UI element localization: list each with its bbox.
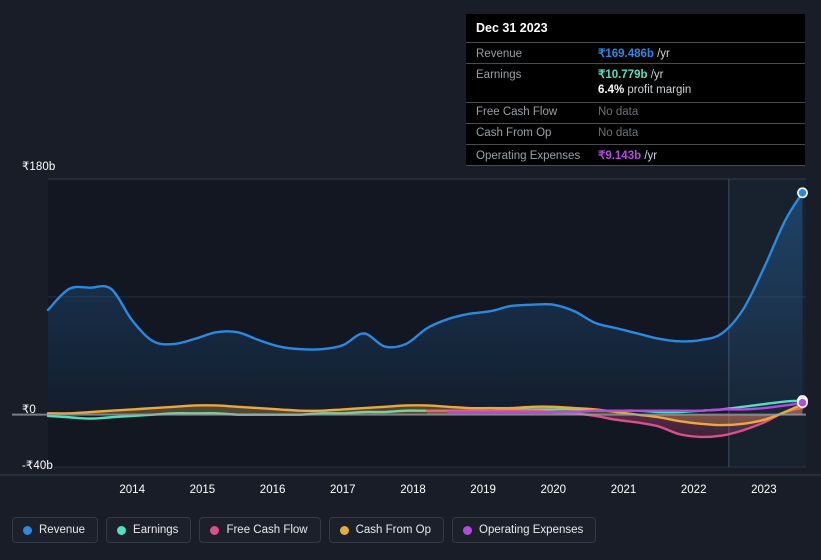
tooltip-row-label: Operating Expenses	[476, 150, 581, 162]
tooltip-row-earnings: Earnings ₹10.779b /yr	[466, 63, 805, 84]
legend-color-dot-icon	[210, 525, 220, 535]
x-axis-label-2016: 2016	[259, 484, 286, 496]
tooltip-row-label: Free Cash Flow	[476, 106, 558, 118]
tooltip-profit-margin-value: 6.4% profit margin	[598, 84, 692, 96]
tooltip-row-value: No data	[598, 106, 639, 118]
tooltip-row-label: Cash From Op	[476, 127, 552, 139]
legend-item-earnings[interactable]: Earnings	[106, 517, 192, 543]
x-axis-label-2018: 2018	[400, 484, 426, 496]
legend-item-label: Cash From Op	[355, 524, 432, 536]
tooltip-row-value: No data	[598, 127, 639, 139]
legend-item-cash-from-op[interactable]: Cash From Op	[328, 517, 445, 543]
chart-tooltip: Dec 31 2023 Revenue ₹169.486b /yr Earnings…	[466, 14, 805, 166]
tooltip-row-value: ₹169.486b /yr	[598, 48, 670, 60]
legend-item-operating-expenses[interactable]: Operating Expenses	[452, 517, 597, 543]
x-axis-label-2022: 2022	[680, 484, 707, 496]
y-axis-label-bottom: -₹40b	[22, 460, 53, 472]
tooltip-row-operating-expenses: Operating Expenses ₹9.143b /yr	[466, 144, 805, 166]
tooltip-row-value: ₹10.779b /yr	[598, 69, 664, 81]
y-axis-label-zero: ₹0	[22, 404, 36, 416]
tooltip-row-label: Earnings	[476, 69, 522, 81]
tooltip-date: Dec 31 2023	[476, 21, 548, 35]
tooltip-row-profit-margin: 6.4% profit margin	[466, 84, 805, 102]
tooltip-row-free-cash-flow: Free Cash Flow No data	[466, 102, 805, 123]
legend-item-label: Operating Expenses	[479, 524, 584, 536]
legend-item-free-cash-flow[interactable]: Free Cash Flow	[199, 517, 321, 543]
x-axis-label-2021: 2021	[610, 484, 637, 496]
x-axis-label-2019: 2019	[470, 484, 496, 496]
legend-color-dot-icon	[117, 525, 127, 535]
tooltip-row-cash-from-op: Cash From Op No data	[466, 123, 805, 144]
legend-color-dot-icon	[339, 525, 349, 535]
chart-legend: Revenue Earnings Free Cash Flow Cash From O…	[12, 517, 597, 543]
legend-item-label: Free Cash Flow	[226, 524, 308, 536]
tooltip-row-value: ₹9.143b /yr	[598, 150, 658, 162]
tooltip-row-revenue: Revenue ₹169.486b /yr	[466, 42, 805, 63]
legend-color-dot-icon	[23, 525, 32, 535]
x-axis-label-2023: 2023	[751, 484, 777, 496]
tooltip-rows: Revenue ₹169.486b /yr Earnings ₹10.779b /yr…	[466, 42, 805, 166]
legend-item-revenue[interactable]: Revenue	[12, 517, 99, 543]
legend-item-label: Earnings	[133, 524, 179, 536]
end-marker-revenue	[797, 187, 808, 199]
x-axis-label-2017: 2017	[330, 484, 356, 496]
legend-color-dot-icon	[463, 525, 473, 535]
end-marker-operating-expenses	[797, 397, 808, 409]
y-axis-label-top: ₹180b	[22, 161, 56, 173]
tooltip-row-label: Revenue	[476, 48, 523, 60]
x-axis-label-2014: 2014	[119, 484, 145, 496]
legend-item-label: Revenue	[39, 524, 86, 536]
x-axis-label-2020: 2020	[540, 484, 567, 496]
x-axis-label-2015: 2015	[189, 484, 216, 496]
